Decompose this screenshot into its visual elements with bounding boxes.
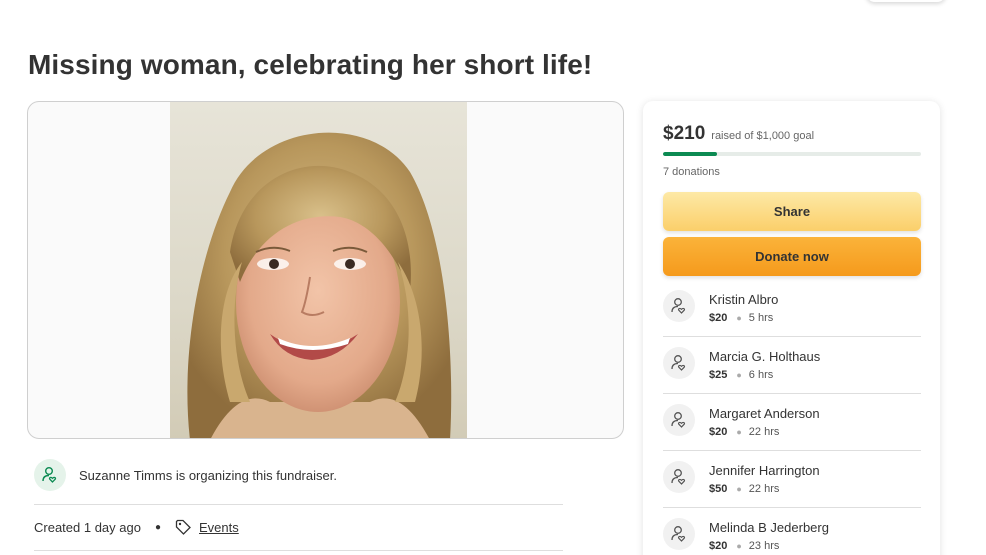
- donor-amount: $20: [709, 426, 728, 438]
- donor-details: $20 ● 23 hrs: [709, 540, 779, 552]
- progress-bar: [663, 152, 921, 156]
- created-date: Created 1 day ago: [34, 519, 141, 535]
- tag-icon: [175, 519, 191, 535]
- donor-details: $20 ● 22 hrs: [709, 426, 779, 438]
- progress-fill: [663, 152, 718, 156]
- donor-amount: $20: [709, 312, 728, 324]
- donor-time: 6 hrs: [748, 369, 774, 381]
- header-button-partial[interactable]: [866, 0, 946, 2]
- donor-amount: $25: [709, 369, 728, 381]
- donation-sidebar: $210 raised of $1,000 goal 7 donations S…: [643, 101, 940, 555]
- donor-amount: $50: [709, 483, 728, 495]
- donor-time: 5 hrs: [748, 312, 774, 324]
- donate-button[interactable]: Donate now: [663, 237, 921, 276]
- organizer-row: Suzanne Timms is organizing this fundrai…: [34, 459, 337, 491]
- share-button[interactable]: Share: [663, 192, 921, 231]
- page-title: Missing woman, celebrating her short lif…: [28, 49, 593, 80]
- donor-time: 23 hrs: [748, 540, 780, 552]
- donor-item: Melinda B Jederberg $20 ● 23 hrs: [663, 508, 921, 555]
- donor-item: Kristin Albro $20 ● 5 hrs: [663, 280, 921, 337]
- donor-name: Jennifer Harrington: [709, 463, 820, 478]
- donor-avatar-icon: [663, 404, 695, 436]
- campaign-meta: Created 1 day ago ● Events: [34, 518, 239, 536]
- raised-summary: $210 raised of $1,000 goal: [663, 123, 814, 145]
- organizer-text: Suzanne Timms is organizing this fundrai…: [79, 467, 337, 483]
- goal-text: raised of $1,000 goal: [711, 130, 815, 142]
- donor-avatar-icon: [663, 518, 695, 550]
- divider: [34, 504, 563, 505]
- campaign-image-frame: [27, 101, 624, 439]
- donor-item: Jennifer Harrington $50 ● 22 hrs: [663, 451, 921, 508]
- donor-avatar-icon: [663, 347, 695, 379]
- user-heart-icon: [34, 459, 66, 491]
- raised-amount: $210: [663, 123, 706, 144]
- dot-separator: ●: [736, 370, 742, 380]
- dot-separator: ●: [736, 313, 742, 323]
- donor-amount: $20: [709, 540, 728, 552]
- donor-name: Marcia G. Holthaus: [709, 349, 821, 364]
- donor-name: Kristin Albro: [709, 292, 779, 307]
- category-link[interactable]: Events: [199, 520, 239, 535]
- donor-details: $25 ● 6 hrs: [709, 369, 773, 381]
- donor-time: 22 hrs: [748, 426, 780, 438]
- divider: [34, 550, 563, 551]
- campaign-photo: [170, 102, 467, 438]
- donor-item: Marcia G. Holthaus $25 ● 6 hrs: [663, 337, 921, 394]
- donation-count: 7 donations: [663, 166, 720, 178]
- dot-separator: ●: [154, 521, 162, 533]
- donor-details: $50 ● 22 hrs: [709, 483, 779, 495]
- donor-avatar-icon: [663, 290, 695, 322]
- donor-avatar-icon: [663, 461, 695, 493]
- dot-separator: ●: [736, 541, 742, 551]
- donor-item: Margaret Anderson $20 ● 22 hrs: [663, 394, 921, 451]
- donor-time: 22 hrs: [748, 483, 780, 495]
- dot-separator: ●: [736, 484, 742, 494]
- donor-name: Melinda B Jederberg: [709, 520, 829, 535]
- donor-details: $20 ● 5 hrs: [709, 312, 773, 324]
- donor-name: Margaret Anderson: [709, 406, 820, 421]
- dot-separator: ●: [736, 427, 742, 437]
- donor-list: Kristin Albro $20 ● 5 hrs Marcia G. Holtha…: [663, 280, 921, 555]
